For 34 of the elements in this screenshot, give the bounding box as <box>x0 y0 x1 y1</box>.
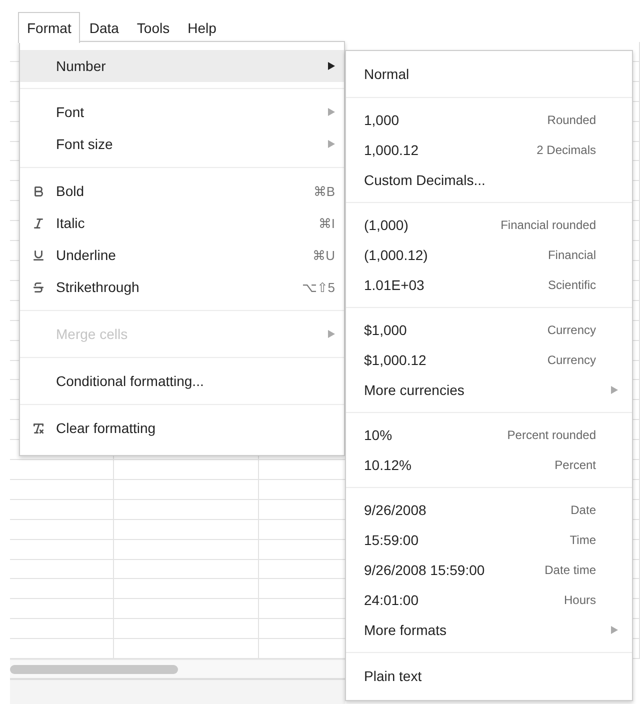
menu-item[interactable]: Underline ⌘U <box>20 239 344 271</box>
menu-tab[interactable]: Format <box>18 12 80 43</box>
clear-formatting-icon <box>32 422 44 434</box>
menu-item[interactable]: Italic ⌘I <box>20 207 344 239</box>
menu-item[interactable]: Number <box>20 50 344 82</box>
menu-item[interactable]: (1,000.12) Financial <box>346 240 632 270</box>
menu-item[interactable]: More formats <box>346 615 632 645</box>
menu-item[interactable]: 1,000.12 2 Decimals <box>346 135 632 165</box>
strikethrough-icon <box>32 280 44 294</box>
menu-item[interactable]: $1,000 Currency <box>346 315 632 345</box>
menu-item[interactable]: 9/26/2008 15:59:00 Date time <box>346 555 632 585</box>
menu-item[interactable]: 15:59:00 Time <box>346 525 632 555</box>
menu-item[interactable]: Font <box>20 96 344 128</box>
menu-item[interactable]: 24:01:00 Hours <box>346 585 632 615</box>
menu-item[interactable]: Custom Decimals... <box>346 165 632 195</box>
menu-item[interactable]: 10.12% Percent <box>346 450 632 480</box>
menu-item[interactable]: 1,000 Rounded <box>346 105 632 135</box>
underline-icon <box>32 248 44 262</box>
menu-item[interactable]: More currencies <box>346 375 632 405</box>
menu-item[interactable]: 1.01E+03 Scientific <box>346 270 632 300</box>
menu-item[interactable]: 10% Percent rounded <box>346 420 632 450</box>
menu-item[interactable]: Font size <box>20 128 344 160</box>
scrollbar-thumb[interactable] <box>10 664 178 674</box>
menu-item[interactable]: (1,000) Financial rounded <box>346 210 632 240</box>
italic-icon <box>32 216 44 230</box>
menu-item[interactable]: Bold ⌘B <box>20 175 344 207</box>
menu-item[interactable]: Conditional formatting... <box>20 365 344 397</box>
menu-item[interactable]: Clear formatting <box>20 412 344 444</box>
bold-icon <box>32 184 44 198</box>
menu-item[interactable]: $1,000.12 Currency <box>346 345 632 375</box>
menu-item[interactable]: Strikethrough ⌥⇧5 <box>20 271 344 303</box>
menu-item[interactable]: Normal <box>346 59 632 89</box>
menu-item[interactable]: 9/26/2008 Date <box>346 495 632 525</box>
menu-item[interactable]: Plain text <box>346 661 632 691</box>
